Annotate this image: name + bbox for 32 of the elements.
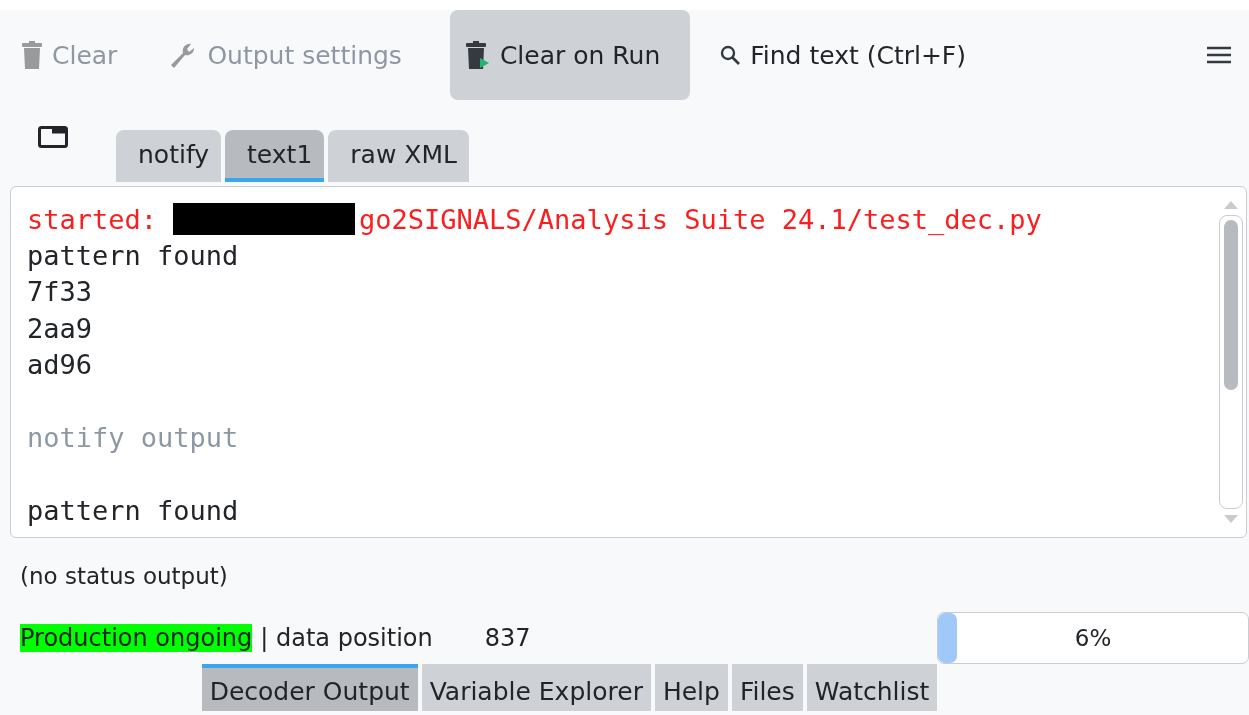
output-tab[interactable]: notify [116, 130, 222, 182]
panel-tab[interactable]: Decoder Output [201, 664, 418, 711]
search-icon [720, 45, 741, 65]
trash-play-icon [465, 41, 490, 69]
output-line: 7f33 [27, 276, 93, 308]
status-text: (no status output) [20, 563, 228, 589]
status-badge: Production ongoing [20, 624, 253, 652]
output-line: pattern found [27, 494, 239, 526]
scroll-thumb[interactable] [1224, 220, 1238, 390]
panel-tab[interactable]: Watchlist [806, 664, 938, 711]
output-tab[interactable]: text1 [225, 130, 325, 182]
toolbar-button[interactable]: Find text (Ctrl+F) [716, 10, 988, 100]
output-tab[interactable]: raw XML [328, 130, 469, 182]
panel-tab[interactable]: Variable Explorer [421, 664, 651, 711]
window-icon [38, 126, 68, 148]
panel-tab[interactable]: Files [731, 664, 803, 711]
menu-icon [1207, 46, 1231, 64]
status-label: | data position [260, 624, 433, 652]
output-line: notify output [27, 422, 239, 454]
position-value: 837 [484, 624, 531, 652]
output-line: started: [27, 203, 158, 235]
output-line: ad96 [27, 349, 93, 381]
trash-icon [22, 41, 42, 69]
toolbar-button[interactable]: Clear on Run [449, 10, 691, 100]
output-line: go2SIGNALS/Analysis Suite 24.1/test_dec.py [359, 203, 1042, 235]
scroll-down-icon[interactable] [1224, 515, 1238, 523]
output-line: pattern found [27, 240, 239, 272]
progress-reading: 6% [1074, 625, 1112, 651]
output-line: 2aa9 [27, 312, 93, 344]
panel-tab[interactable]: Help [654, 664, 728, 711]
scroll-up-icon[interactable] [1224, 201, 1238, 209]
undock-button[interactable] [38, 126, 68, 148]
